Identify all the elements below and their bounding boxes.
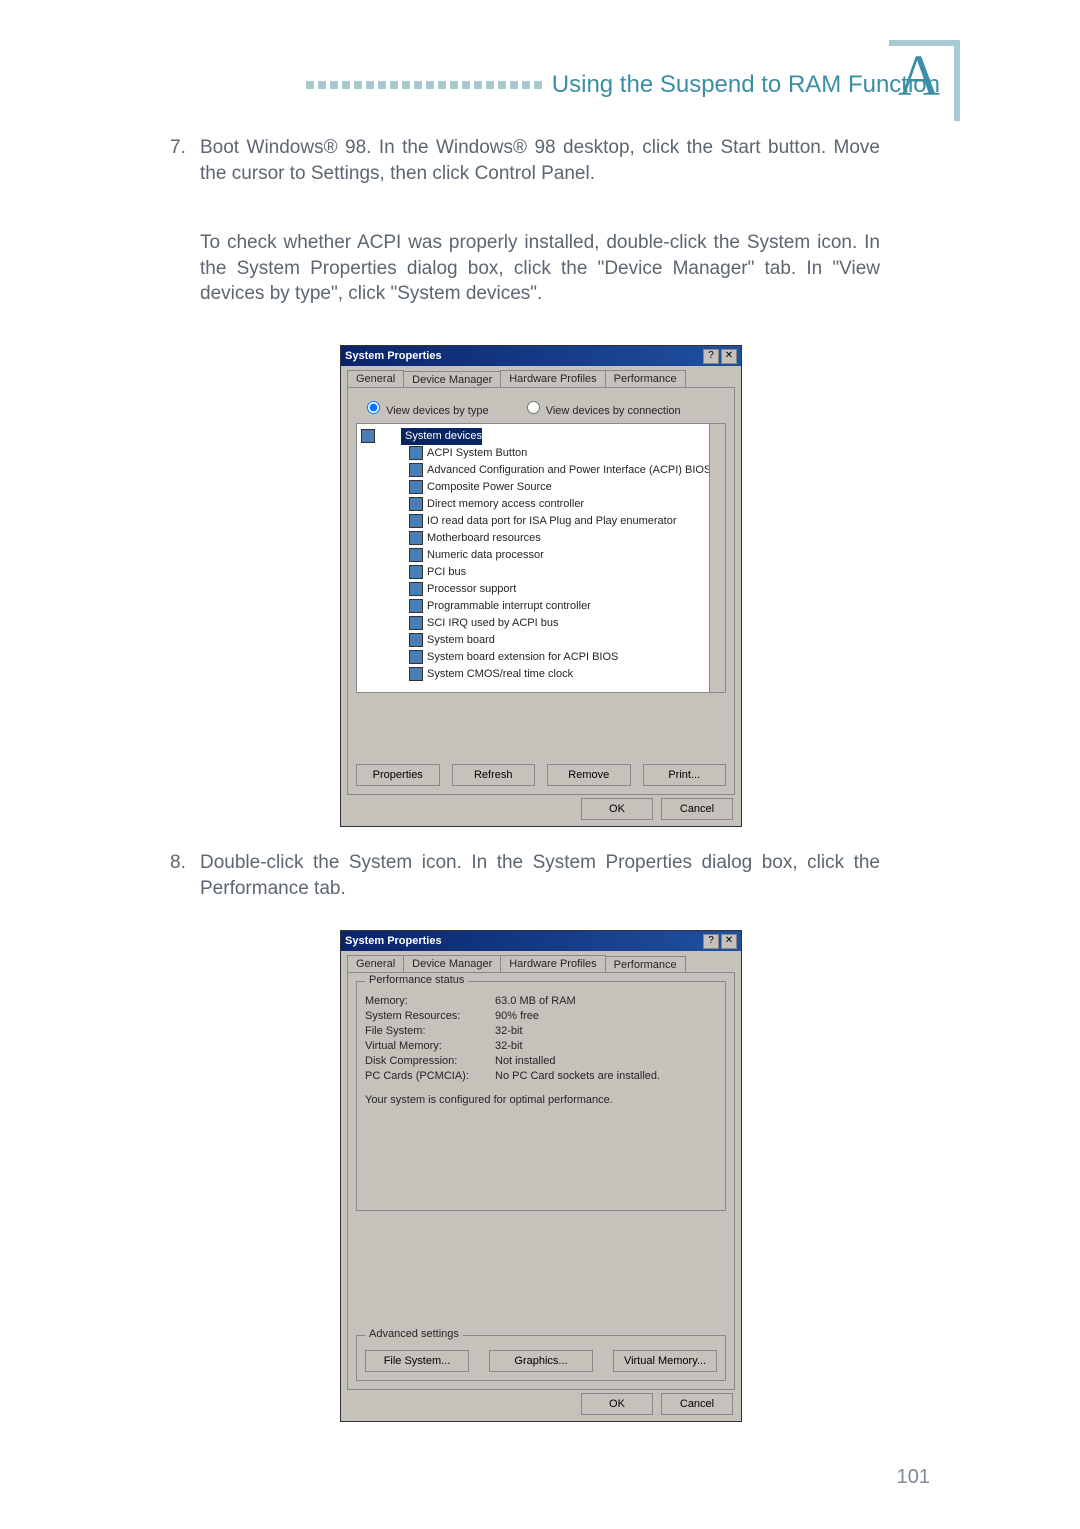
- tree-node[interactable]: Motherboard resources: [361, 530, 721, 547]
- cancel-button[interactable]: Cancel: [661, 798, 733, 820]
- file-system-button[interactable]: File System...: [365, 1350, 469, 1372]
- step-7-para-2: To check whether ACPI was properly insta…: [200, 230, 880, 307]
- computer-icon: [361, 429, 375, 443]
- tab-hardware-profiles[interactable]: Hardware Profiles: [500, 955, 605, 972]
- row-system-resources: System Resources:90% free: [365, 1010, 717, 1022]
- window-title: System Properties: [345, 935, 442, 947]
- tree-node[interactable]: ACPI System Button: [361, 445, 721, 462]
- ok-button[interactable]: OK: [581, 798, 653, 820]
- device-icon: [409, 480, 423, 494]
- page-header: Using the Suspend to RAM Function: [170, 55, 940, 115]
- device-icon: [409, 599, 423, 613]
- page-title: Using the Suspend to RAM Function: [552, 71, 940, 99]
- row-disk-compression: Disk Compression:Not installed: [365, 1055, 717, 1067]
- radio-view-by-type[interactable]: View devices by type: [362, 405, 489, 417]
- step-number-7: 7.: [170, 135, 186, 161]
- tab-general[interactable]: General: [347, 370, 404, 387]
- tab-panel: View devices by type View devices by con…: [347, 387, 735, 795]
- device-icon: [409, 565, 423, 579]
- tree-node[interactable]: Processor support: [361, 581, 721, 598]
- ok-button[interactable]: OK: [581, 1393, 653, 1415]
- row-pc-cards: PC Cards (PCMCIA):No PC Card sockets are…: [365, 1070, 717, 1082]
- tab-hardware-profiles[interactable]: Hardware Profiles: [500, 370, 605, 387]
- tabs: General Device Manager Hardware Profiles…: [347, 955, 735, 972]
- properties-button[interactable]: Properties: [356, 764, 440, 786]
- performance-message: Your system is configured for optimal pe…: [365, 1094, 717, 1106]
- device-icon: [409, 531, 423, 545]
- virtual-memory-button[interactable]: Virtual Memory...: [613, 1350, 717, 1372]
- dialog-footer: OK Cancel: [581, 798, 733, 820]
- device-tree[interactable]: System devices ACPI System Button Advanc…: [356, 423, 726, 693]
- help-button[interactable]: ?: [703, 349, 719, 364]
- group-legend: Performance status: [365, 974, 468, 986]
- system-properties-device-manager-screenshot: System Properties ? ✕ General Device Man…: [340, 345, 742, 827]
- step-7-para-1: 7. Boot Windows® 98. In the Windows® 98 …: [200, 135, 880, 186]
- radio-view-by-connection[interactable]: View devices by connection: [522, 405, 681, 417]
- step-number-8: 8.: [170, 850, 186, 876]
- device-icon: [409, 616, 423, 630]
- tabs: General Device Manager Hardware Profiles…: [347, 370, 735, 387]
- step-7-text-1: Boot Windows® 98. In the Windows® 98 des…: [200, 137, 880, 184]
- tree-node[interactable]: System board: [361, 632, 721, 649]
- tree-node-system-devices[interactable]: System devices: [401, 428, 482, 445]
- scrollbar[interactable]: [709, 424, 725, 692]
- device-icon: [409, 463, 423, 477]
- cancel-button[interactable]: Cancel: [661, 1393, 733, 1415]
- tree-node[interactable]: System board extension for ACPI BIOS: [361, 649, 721, 666]
- page-number: 101: [897, 1466, 930, 1489]
- tree-node[interactable]: Composite Power Source: [361, 479, 721, 496]
- group-legend: Advanced settings: [365, 1328, 463, 1340]
- tree-node[interactable]: PCI bus: [361, 564, 721, 581]
- tree-node[interactable]: SCI IRQ used by ACPI bus: [361, 615, 721, 632]
- tab-device-manager[interactable]: Device Manager: [403, 371, 501, 388]
- tree-node[interactable]: System CMOS/real time clock: [361, 666, 721, 683]
- system-properties-performance-screenshot: System Properties ? ✕ General Device Man…: [340, 930, 742, 1422]
- device-icon: [409, 446, 423, 460]
- close-button[interactable]: ✕: [721, 934, 737, 949]
- step-7-text-2: To check whether ACPI was properly insta…: [200, 232, 880, 304]
- device-icon: [409, 582, 423, 596]
- performance-status-group: Performance status Memory:63.0 MB of RAM…: [356, 981, 726, 1211]
- titlebar: System Properties ? ✕: [341, 346, 741, 366]
- view-mode-radios: View devices by type View devices by con…: [362, 398, 726, 417]
- device-icon: [409, 497, 423, 511]
- help-button[interactable]: ?: [703, 934, 719, 949]
- print-button[interactable]: Print...: [643, 764, 727, 786]
- tree-node[interactable]: Direct memory access controller: [361, 496, 721, 513]
- dialog-footer: OK Cancel: [581, 1393, 733, 1415]
- device-icon: [409, 633, 423, 647]
- device-icon: [409, 650, 423, 664]
- tab-panel: Performance status Memory:63.0 MB of RAM…: [347, 972, 735, 1390]
- row-virtual-memory: Virtual Memory:32-bit: [365, 1040, 717, 1052]
- close-button[interactable]: ✕: [721, 349, 737, 364]
- row-memory: Memory:63.0 MB of RAM: [365, 995, 717, 1007]
- tab-general[interactable]: General: [347, 955, 404, 972]
- tab-device-manager[interactable]: Device Manager: [403, 955, 501, 972]
- tree-node[interactable]: IO read data port for ISA Plug and Play …: [361, 513, 721, 530]
- titlebar: System Properties ? ✕: [341, 931, 741, 951]
- device-icon: [409, 548, 423, 562]
- device-icon: [409, 514, 423, 528]
- device-icon: [409, 667, 423, 681]
- advanced-settings-group: Advanced settings File System... Graphic…: [356, 1335, 726, 1381]
- row-file-system: File System:32-bit: [365, 1025, 717, 1037]
- tree-node[interactable]: Numeric data processor: [361, 547, 721, 564]
- header-dots: [306, 81, 542, 89]
- refresh-button[interactable]: Refresh: [452, 764, 536, 786]
- tree-node[interactable]: Programmable interrupt controller: [361, 598, 721, 615]
- tree-node[interactable]: Advanced Configuration and Power Interfa…: [361, 462, 721, 479]
- tab-performance[interactable]: Performance: [605, 956, 686, 973]
- tab-performance[interactable]: Performance: [605, 370, 686, 387]
- step-8-para: 8. Double-click the System icon. In the …: [200, 850, 880, 901]
- graphics-button[interactable]: Graphics...: [489, 1350, 593, 1372]
- action-buttons: Properties Refresh Remove Print...: [356, 764, 726, 786]
- step-8-text: Double-click the System icon. In the Sys…: [200, 852, 880, 899]
- window-title: System Properties: [345, 350, 442, 362]
- remove-button[interactable]: Remove: [547, 764, 631, 786]
